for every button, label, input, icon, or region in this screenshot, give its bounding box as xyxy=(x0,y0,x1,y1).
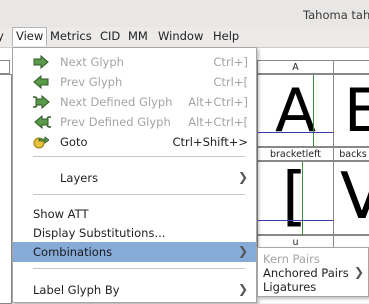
view-menu: Next Glyph Ctrl+] Prev Glyph Ctrl+[ Next… xyxy=(12,47,257,303)
menu-item-next-glyph[interactable]: Next Glyph Ctrl+] xyxy=(13,52,256,72)
menu-item-prev-glyph[interactable]: Prev Glyph Ctrl+[ xyxy=(13,72,256,92)
menu-item-label: Layers xyxy=(60,171,99,185)
menu-item-label: Label Glyph By xyxy=(33,283,120,297)
menu-window[interactable]: Window xyxy=(158,29,203,43)
glyph-cell-label: backs xyxy=(333,147,369,161)
submenu-arrow-icon: ❯ xyxy=(237,244,248,258)
menu-item-display-substitutions[interactable]: Display Substitutions... xyxy=(13,223,256,243)
menu-item-label: Prev Glyph xyxy=(60,75,123,89)
menu-item-shortcut: Ctrl+] xyxy=(213,55,248,69)
title-bar: Tahoma tah xyxy=(0,0,369,30)
menu-separator xyxy=(33,194,245,195)
menu-mm[interactable]: MM xyxy=(128,29,148,43)
menu-cid[interactable]: CID xyxy=(100,29,120,43)
menu-item-label: Next Defined Glyph xyxy=(60,95,173,109)
menu-item-label: Next Glyph xyxy=(60,55,124,69)
menu-item-layers[interactable]: Layers ❯ xyxy=(13,168,256,188)
glyph-preview: A xyxy=(275,76,317,146)
menu-metrics[interactable]: Metrics xyxy=(50,29,92,43)
glyph-cell-label xyxy=(333,60,369,74)
menu-bar: y View Metrics CID MM Window Help xyxy=(0,27,369,48)
menu-item-combinations[interactable]: Combinations ❯ xyxy=(13,242,256,262)
baseline xyxy=(258,132,334,133)
menu-item-next-defined-glyph[interactable]: Next Defined Glyph Alt+Ctrl+] xyxy=(13,92,256,112)
submenu-item-ligatures[interactable]: Ligatures xyxy=(263,280,316,294)
glyph-cell[interactable]: [ xyxy=(257,161,334,235)
menu-view[interactable]: View xyxy=(12,27,48,46)
submenu-arrow-icon: ❯ xyxy=(354,265,365,279)
glyph-preview: E xyxy=(344,76,369,146)
prev-defined-glyph-icon xyxy=(33,114,56,130)
menu-item-shortcut: Ctrl+Shift+> xyxy=(172,135,248,149)
menu-item-label-glyph-by[interactable]: Label Glyph By ❯ xyxy=(13,280,256,300)
submenu-item-label: Anchored Pairs xyxy=(263,266,349,280)
advance-line xyxy=(313,75,314,147)
goto-icon xyxy=(33,135,50,149)
menu-item-label: Goto xyxy=(60,135,88,149)
menu-item-shortcut: Alt+Ctrl+[ xyxy=(188,115,248,129)
prev-glyph-icon xyxy=(33,74,49,90)
glyph-preview: V xyxy=(340,160,369,234)
menu-item-shortcut: Alt+Ctrl+] xyxy=(188,95,248,109)
menu-item-show-att[interactable]: Show ATT xyxy=(13,204,256,224)
menu-separator xyxy=(33,156,245,157)
baseline xyxy=(258,220,334,221)
menu-item-goto[interactable]: Goto Ctrl+Shift+> xyxy=(13,132,256,152)
menu-item-prev-defined-glyph[interactable]: Prev Defined Glyph Alt+Ctrl+[ xyxy=(13,112,256,132)
combinations-submenu: Kern Pairs Anchored Pairs ❯ Ligatures xyxy=(257,247,369,297)
glyph-cell[interactable]: A xyxy=(257,74,334,147)
next-glyph-icon xyxy=(33,54,49,70)
menu-item-label: Prev Defined Glyph xyxy=(60,115,171,129)
submenu-item-anchored-pairs[interactable]: Anchored Pairs ❯ xyxy=(263,265,365,280)
submenu-item-kern-pairs[interactable]: Kern Pairs xyxy=(263,252,320,266)
menu-item-shortcut: Ctrl+[ xyxy=(213,75,248,89)
menu-edit-partial[interactable]: y xyxy=(0,29,4,43)
glyph-cell[interactable]: V xyxy=(333,161,369,235)
menu-item-label: Display Substitutions... xyxy=(33,226,166,240)
glyph-cell-label: bracketleft xyxy=(257,147,334,161)
next-defined-glyph-icon xyxy=(28,94,50,110)
menu-item-label: Combinations xyxy=(33,245,113,259)
menu-separator xyxy=(33,268,245,269)
glyph-cell[interactable]: E xyxy=(333,74,369,147)
glyph-cell[interactable] xyxy=(0,74,12,304)
advance-line xyxy=(302,162,303,235)
glyph-cell-label: A xyxy=(257,60,334,74)
glyph-cell-label xyxy=(0,60,10,74)
menu-help[interactable]: Help xyxy=(213,29,239,43)
window-title: Tahoma tah xyxy=(303,8,369,22)
submenu-arrow-icon: ❯ xyxy=(237,170,248,184)
submenu-arrow-icon: ❯ xyxy=(237,282,248,296)
menu-item-label: Show ATT xyxy=(33,207,89,221)
